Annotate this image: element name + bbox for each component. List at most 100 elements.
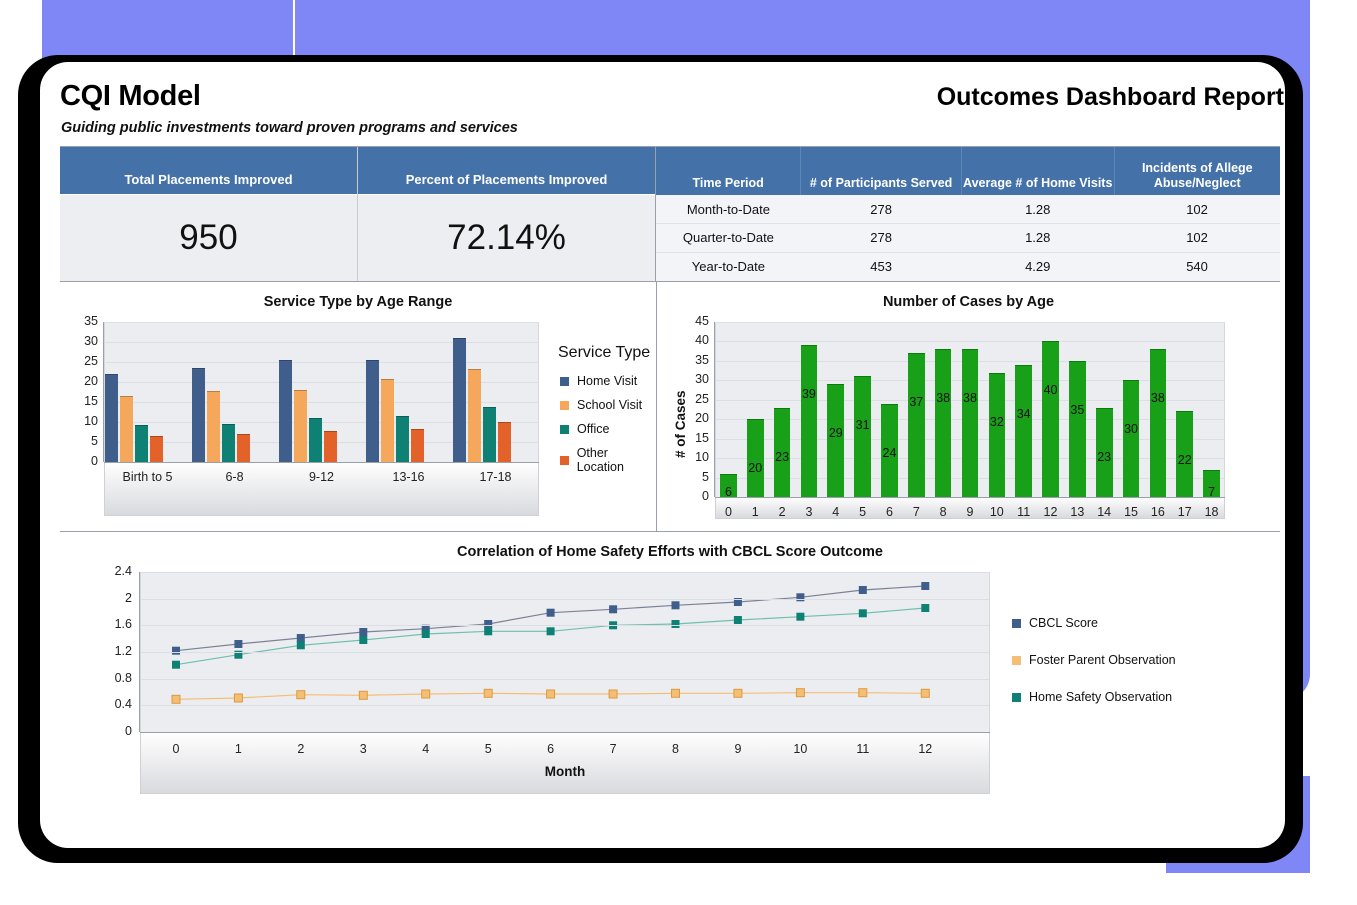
y-tick-label: 2.4 bbox=[114, 564, 132, 578]
y-tick-label: 30 bbox=[695, 372, 709, 387]
y-tick-label: 25 bbox=[84, 354, 98, 368]
y-tick-label: 10 bbox=[695, 450, 709, 465]
bar-value-label: 34 bbox=[1016, 406, 1031, 421]
data-point bbox=[484, 627, 493, 636]
column-header-home-visits: Average # of Home Visits bbox=[961, 147, 1115, 195]
gridline bbox=[104, 322, 539, 323]
legend-label: Foster Parent Observation bbox=[1029, 653, 1176, 667]
bar-case-count bbox=[934, 349, 952, 497]
column-header-incidents: Incidents of Allege Abuse/Neglect bbox=[1114, 147, 1280, 195]
report-card: CQI Model Outcomes Dashboard Report Guid… bbox=[40, 62, 1285, 848]
data-point bbox=[858, 688, 868, 698]
x-axis-line bbox=[715, 497, 1225, 498]
x-tick-label: 7 bbox=[609, 742, 617, 756]
x-axis-line bbox=[104, 462, 539, 463]
y-tick-label: 30 bbox=[84, 334, 98, 348]
x-tick-label: 11 bbox=[856, 742, 870, 756]
y-tick-label: 0.4 bbox=[114, 697, 132, 712]
page-title: CQI Model bbox=[60, 80, 201, 112]
data-point bbox=[234, 640, 243, 648]
data-point bbox=[296, 641, 305, 650]
y-tick-label: 20 bbox=[695, 411, 709, 426]
bar-value-label: 23 bbox=[1097, 449, 1112, 464]
data-point bbox=[608, 689, 618, 699]
x-tick-label: 5 bbox=[484, 742, 492, 756]
table-cell: 1.28 bbox=[961, 195, 1115, 225]
legend-swatch bbox=[560, 424, 569, 434]
bar-case-count bbox=[1015, 364, 1032, 497]
data-point bbox=[858, 609, 867, 618]
legend-item: Office bbox=[560, 422, 609, 436]
data-point bbox=[546, 627, 555, 636]
bar-case-count bbox=[1122, 380, 1140, 497]
y-tick-label: 40 bbox=[695, 333, 709, 348]
y-tick-label: 20 bbox=[84, 374, 98, 388]
data-point bbox=[671, 601, 680, 610]
column-header-participants: # of Participants Served bbox=[800, 147, 962, 195]
data-point bbox=[421, 630, 430, 638]
data-point bbox=[421, 689, 431, 699]
data-point bbox=[358, 690, 368, 700]
bar-case-count bbox=[1042, 341, 1059, 497]
table-cell: 102 bbox=[1114, 195, 1280, 225]
bar-office bbox=[482, 406, 496, 462]
table-cell: 4.29 bbox=[961, 252, 1115, 281]
x-tick-label: 4 bbox=[422, 742, 430, 756]
y-tick-label: 15 bbox=[695, 430, 709, 445]
legend-item: Foster Parent Observation bbox=[1012, 653, 1176, 667]
report-header: CQI Model Outcomes Dashboard Report Guid… bbox=[60, 80, 1284, 146]
y-tick-label: 35 bbox=[695, 352, 709, 367]
data-point bbox=[796, 612, 805, 621]
legend-label: School Visit bbox=[577, 398, 643, 412]
table-cell: 453 bbox=[800, 252, 962, 281]
x-tick-label: 10 bbox=[793, 742, 808, 756]
data-point bbox=[359, 636, 368, 644]
kpi-total-placements-value: 950 bbox=[60, 195, 357, 281]
y-tick-label: 0 bbox=[91, 454, 98, 468]
table-row: Month-to-Date 278 1.28 102 bbox=[656, 195, 1280, 225]
legend-title: Service Type bbox=[558, 344, 651, 361]
chart-correlation-home-safety-cbcl: Correlation of Home Safety Efforts with … bbox=[60, 531, 1280, 816]
data-point bbox=[359, 628, 368, 636]
table-cell: 278 bbox=[800, 195, 962, 225]
bar-value-label: 35 bbox=[1070, 402, 1085, 417]
bar-case-count bbox=[827, 384, 845, 497]
gridline bbox=[140, 705, 990, 707]
x-tick-label: 8 bbox=[672, 742, 679, 756]
bar-case-count bbox=[907, 353, 925, 497]
bar-other-location bbox=[323, 431, 337, 462]
bar-other-location bbox=[149, 435, 163, 462]
bar-other-location bbox=[497, 422, 511, 462]
legend-item: Home Visit bbox=[560, 374, 637, 388]
y-tick-label: 10 bbox=[84, 414, 98, 428]
gridline bbox=[140, 625, 990, 627]
kpi-percent-placements: Percent of Placements Improved 72.14% bbox=[358, 147, 656, 281]
bar-other-location bbox=[410, 429, 424, 462]
data-point bbox=[546, 608, 555, 617]
x-tick-label: 17-18 bbox=[479, 470, 512, 484]
x-tick-label: 18 bbox=[1204, 505, 1219, 519]
table-row: Quarter-to-Date 278 1.28 102 bbox=[656, 223, 1280, 253]
table-cell: 278 bbox=[800, 223, 962, 253]
legend-swatch bbox=[1012, 618, 1021, 628]
data-point bbox=[733, 688, 743, 698]
legend-item: CBCL Score bbox=[1012, 616, 1098, 630]
bar-school-visit bbox=[293, 390, 307, 462]
data-point bbox=[483, 688, 493, 698]
data-point bbox=[172, 660, 180, 669]
y-tick-label: 1.2 bbox=[114, 644, 132, 658]
legend-item: School Visit bbox=[560, 398, 642, 412]
bar-case-count bbox=[854, 376, 871, 497]
legend-swatch bbox=[1012, 655, 1021, 665]
legend-swatch bbox=[1012, 692, 1021, 702]
data-point bbox=[233, 693, 243, 703]
legend-item: Other Location bbox=[560, 446, 656, 474]
data-point bbox=[171, 694, 181, 704]
y-tick-label: 15 bbox=[84, 394, 98, 408]
data-point bbox=[296, 690, 306, 700]
bar-value-label: 38 bbox=[1150, 391, 1165, 406]
y-tick-label: 0 bbox=[125, 724, 132, 738]
y-axis-line bbox=[714, 322, 715, 497]
y-tick-label: 0.8 bbox=[114, 670, 132, 685]
gridline bbox=[140, 678, 990, 680]
